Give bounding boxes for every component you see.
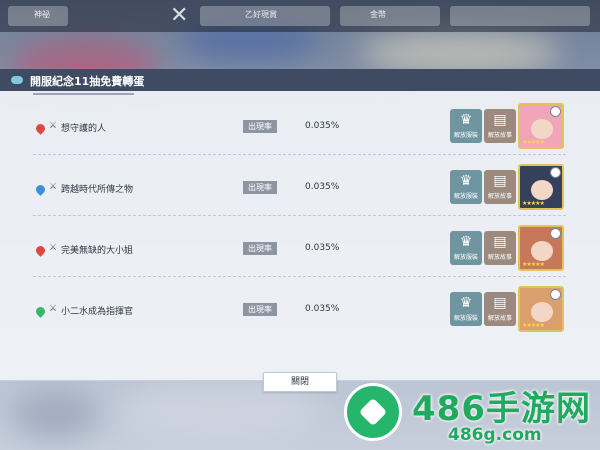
unlock-story-button[interactable]: ▤ 解放故事 [484,170,516,204]
star-rating: ★★★★★ [522,322,545,329]
row-divider [33,154,566,155]
unlock-outfit-button[interactable]: ♛ 解放服裝 [450,109,482,143]
row-divider [33,276,566,277]
resource-bar [450,6,590,26]
card-row: ⚔ 跨越時代所傳之物 出現率 0.035% ♛ 解放服裝 ▤ 解放故事 ★★★★… [0,158,600,216]
modal-body[interactable]: ⚔ 想守護的人 出現率 0.035% ♛ 解放服裝 ▤ 解放故事 ★★★★★ ⚔… [0,91,600,392]
element-badge-icon [550,106,561,117]
card-name: 跨越時代所傳之物 [61,185,134,195]
flame-icon [34,244,47,257]
currency-label: 乙好現賞 [245,10,277,19]
card-name: 想守護的人 [61,124,107,134]
card-portrait[interactable]: ★★★★★ [518,103,564,149]
book-icon: ▤ [493,173,507,189]
flame-icon [34,183,47,196]
unlock-outfit-button[interactable]: ♛ 解放服裝 [450,292,482,326]
watermark-logo [344,383,402,441]
unlock-story-button[interactable]: ▤ 解放故事 [484,231,516,265]
card-row: ⚔ 完美無缺的大小姐 出現率 0.035% ♛ 解放服裝 ▤ 解放故事 ★★★★… [0,219,600,277]
card-row: ⚔ 想守護的人 出現率 0.035% ♛ 解放服裝 ▤ 解放故事 ★★★★★ [0,97,600,155]
dress-icon: ♛ [459,173,473,189]
card-portrait[interactable]: ★★★★★ [518,286,564,332]
background-art [10,390,100,440]
star-rating: ★★★★★ [522,261,545,268]
dress-icon: ♛ [459,295,473,311]
gacha-rates-modal: 開服紀念11抽免費轉蛋 ⚔ 想守護的人 出現率 0.035% ♛ 解放服裝 ▤ … [0,69,600,392]
unlock-outfit-button[interactable]: ♛ 解放服裝 [450,231,482,265]
row-divider [33,215,566,216]
unlock-story-button[interactable]: ▤ 解放故事 [484,109,516,143]
rate-value: 0.035% [305,304,340,314]
rate-value: 0.035% [305,121,340,131]
star-rating: ★★★★★ [522,200,545,207]
rate-label: 出現率 [243,242,277,255]
card-portrait[interactable]: ★★★★★ [518,225,564,271]
modal-header: 開服紀念11抽免費轉蛋 [0,69,600,91]
dress-icon: ♛ [459,234,473,250]
unlock-outfit-button[interactable]: ♛ 解放服裝 [450,170,482,204]
watermark: 486手游网 486g.com [340,375,600,450]
modal-title: 開服紀念11抽免費轉蛋 [30,75,145,88]
book-icon: ▤ [493,295,507,311]
top-status-bar: 神祕 ✕ 乙好現賞 金幣 [0,0,600,32]
dress-icon: ♛ [459,112,473,128]
card-row: ⚔ 小二水成為指揮官 出現率 0.035% ♛ 解放服裝 ▤ 解放故事 ★★★★… [0,280,600,338]
rate-label: 出現率 [243,120,277,133]
character-face [531,241,553,261]
book-icon: ▤ [493,112,507,128]
chat-bubble-icon [11,76,23,84]
card-name: 完美無缺的大小姐 [61,246,134,256]
book-icon: ▤ [493,234,507,250]
star-rating: ★★★★★ [522,139,545,146]
close-icon: ✕ [170,3,189,28]
close-button[interactable]: 關閉 [263,372,337,392]
element-badge-icon [550,289,561,300]
sword-icon: ⚔ [49,243,58,253]
sword-icon: ⚔ [49,121,58,131]
watermark-text: 486手游网 [412,389,591,429]
rate-value: 0.035% [305,243,340,253]
card-portrait[interactable]: ★★★★★ [518,164,564,210]
flame-icon [34,122,47,135]
flame-icon [34,305,47,318]
watermark-url: 486g.com [448,425,542,445]
menu-tab-label: 神祕 [34,10,50,19]
currency-bar [340,6,440,26]
unlock-story-button[interactable]: ▤ 解放故事 [484,292,516,326]
card-name: 小二水成為指揮官 [61,307,134,317]
element-badge-icon [550,167,561,178]
sword-icon: ⚔ [49,182,58,192]
scroll-indicator [33,93,134,95]
character-face [531,180,553,200]
rate-value: 0.035% [305,182,340,192]
element-badge-icon [550,228,561,239]
character-face [531,302,553,322]
rate-label: 出現率 [243,303,277,316]
currency-label: 金幣 [370,10,386,19]
sword-icon: ⚔ [49,304,58,314]
rate-label: 出現率 [243,181,277,194]
character-face [531,119,553,139]
